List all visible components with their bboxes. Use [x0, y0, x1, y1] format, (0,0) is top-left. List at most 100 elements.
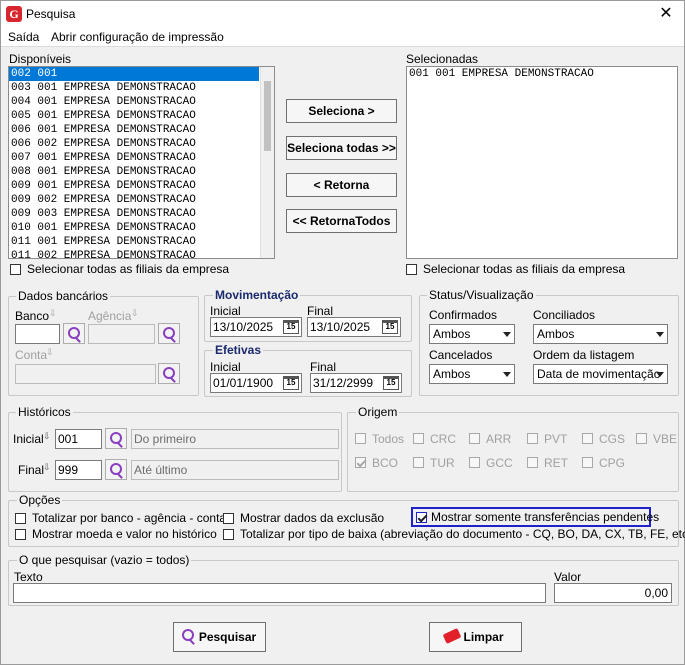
origem-group — [347, 412, 679, 492]
disponiveis-row[interactable]: 006 001 EMPRESA DEMONSTRACAO — [9, 123, 274, 137]
banco-filter-icon: ⇩ — [49, 308, 57, 318]
banco-search-icon[interactable] — [63, 323, 85, 344]
retorna-button[interactable]: < Retorna — [286, 173, 397, 197]
disponiveis-row[interactable]: 006 002 EMPRESA DEMONSTRACAO — [9, 137, 274, 151]
hist-inicial-search-icon[interactable] — [105, 428, 127, 449]
disponiveis-row[interactable]: 004 001 EMPRESA DEMONSTRACAO — [9, 95, 274, 109]
menu-abrir-configuracao[interactable]: Abrir configuração de impressão — [51, 30, 224, 44]
origem-todos-label: Todos — [372, 432, 405, 446]
disponiveis-select-all-checkbox[interactable] — [10, 264, 21, 275]
conciliados-select[interactable]: Ambos — [533, 324, 668, 344]
origem-cpg-label: CPG — [599, 456, 626, 470]
origem-cpg-checkbox[interactable] — [582, 457, 593, 468]
disponiveis-row[interactable]: 009 002 EMPRESA DEMONSTRACAO — [9, 193, 274, 207]
mov-final-calendar-icon[interactable]: 15 — [382, 320, 398, 334]
menu-saida[interactable]: Saída — [8, 30, 39, 44]
status-title: Status/Visualização — [427, 288, 536, 302]
conciliados-value: Ambos — [537, 327, 575, 341]
disponiveis-row[interactable]: 011 001 EMPRESA DEMONSTRACAO — [9, 235, 274, 249]
disponiveis-row[interactable]: 002 001 — [9, 67, 259, 81]
seleciona-button[interactable]: Seleciona > — [286, 99, 397, 123]
totalizar-baixa-checkbox[interactable] — [223, 529, 234, 540]
disponiveis-row[interactable]: 009 001 EMPRESA DEMONSTRACAO — [9, 179, 274, 193]
disponiveis-row[interactable]: 005 001 EMPRESA DEMONSTRACAO — [9, 109, 274, 123]
confirmados-value: Ambos — [433, 327, 471, 341]
historicos-group — [8, 412, 342, 492]
agencia-search-icon[interactable] — [158, 323, 180, 344]
hist-final-code[interactable]: 999 — [55, 460, 102, 480]
banco-input[interactable] — [15, 324, 60, 344]
disponiveis-row[interactable]: 010 001 EMPRESA DEMONSTRACAO — [9, 221, 274, 235]
confirmados-select[interactable]: Ambos — [429, 324, 515, 344]
ordem-label: Ordem da listagem — [533, 348, 635, 362]
origem-tur-checkbox[interactable] — [413, 457, 424, 468]
selecionadas-list[interactable]: 001 001 EMPRESA DEMONSTRACAO — [406, 66, 678, 259]
close-icon[interactable]: ✕ — [654, 3, 678, 25]
movimentacao-title: Movimentação — [213, 288, 301, 302]
mostrar-pendentes-checkbox[interactable] — [416, 512, 427, 523]
ordem-select[interactable]: Data de movimentação — [533, 364, 668, 384]
conta-label: Conta — [15, 348, 48, 362]
origem-gcc-checkbox[interactable] — [469, 457, 480, 468]
texto-input[interactable] — [13, 583, 546, 603]
mostrar-exclusao-checkbox[interactable] — [223, 513, 234, 524]
selecionadas-select-all-checkbox[interactable] — [406, 264, 417, 275]
disponiveis-row[interactable]: 008 001 EMPRESA DEMONSTRACAO — [9, 165, 274, 179]
conta-input[interactable] — [15, 364, 156, 384]
hist-final-desc: Até último — [131, 460, 339, 480]
opcoes-title: Opções — [17, 493, 63, 507]
totalizar-baixa-label: Totalizar por tipo de baixa (abreviação … — [240, 527, 685, 541]
disponiveis-list[interactable]: 002 001 003 001 EMPRESA DEMONSTRACAO 004 0… — [8, 66, 275, 259]
selecionadas-row[interactable]: 001 001 EMPRESA DEMONSTRACAO — [407, 67, 677, 81]
origem-cgs-label: CGS — [599, 432, 626, 446]
mostrar-pendentes-label: Mostrar somente transferências pendentes — [431, 510, 660, 524]
origem-cgs-checkbox[interactable] — [582, 433, 593, 444]
retorna-todos-button[interactable]: << RetornaTodos — [286, 209, 397, 233]
mov-inicial-label: Inicial — [210, 304, 241, 318]
chevron-down-icon — [656, 372, 664, 377]
origem-crc-label: CRC — [430, 432, 456, 446]
disponiveis-row[interactable]: 003 001 EMPRESA DEMONSTRACAO — [9, 81, 274, 95]
valor-input[interactable]: 0,00 — [554, 583, 672, 603]
hist-inicial-code[interactable]: 001 — [55, 429, 102, 449]
origem-vbe-label: VBE — [653, 432, 678, 446]
scrollbar-thumb[interactable] — [264, 81, 271, 151]
efe-inicial-calendar-icon[interactable]: 15 — [283, 376, 299, 390]
origem-arr-label: ARR — [486, 432, 512, 446]
cancelados-select[interactable]: Ambos — [429, 364, 515, 384]
origem-vbe-checkbox[interactable] — [636, 433, 647, 444]
mostrar-pendentes-focus[interactable]: Mostrar somente transferências pendentes — [411, 507, 659, 527]
origem-crc-checkbox[interactable] — [413, 433, 424, 444]
origem-ret-checkbox[interactable] — [527, 457, 538, 468]
disponiveis-scrollbar[interactable] — [260, 67, 274, 258]
disponiveis-row[interactable]: 007 001 EMPRESA DEMONSTRACAO — [9, 151, 274, 165]
seleciona-todas-button[interactable]: Seleciona todas >> — [286, 136, 397, 160]
origem-arr-checkbox[interactable] — [469, 433, 480, 444]
pesquisar-button[interactable]: Pesquisar — [173, 622, 266, 652]
selecionadas-label: Selecionadas — [406, 52, 479, 66]
mov-inicial-calendar-icon[interactable]: 15 — [283, 320, 299, 334]
efe-inicial-label: Inicial — [210, 360, 241, 374]
origem-pvt-checkbox[interactable] — [527, 433, 538, 444]
efe-final-calendar-icon[interactable]: 15 — [383, 376, 399, 390]
totalizar-banco-checkbox[interactable] — [15, 513, 26, 524]
origem-tur-label: TUR — [430, 456, 455, 470]
agencia-input[interactable] — [88, 324, 155, 344]
limpar-button[interactable]: Limpar — [429, 622, 522, 652]
historicos-title: Históricos — [16, 405, 73, 419]
efetivas-title: Efetivas — [213, 343, 264, 357]
chevron-down-icon — [503, 372, 511, 377]
disponiveis-row[interactable]: 009 003 EMPRESA DEMONSTRACAO — [9, 207, 274, 221]
conta-search-icon[interactable] — [158, 363, 180, 384]
eraser-icon — [442, 628, 462, 644]
origem-bco-checkbox[interactable] — [355, 457, 366, 468]
search-icon — [178, 626, 200, 647]
window: G Pesquisa ✕ Saída Abrir configuração de… — [0, 0, 685, 665]
origem-todos-checkbox[interactable] — [355, 433, 366, 444]
window-title: Pesquisa — [26, 7, 76, 21]
ordem-value: Data de movimentação — [537, 367, 661, 381]
mostrar-moeda-checkbox[interactable] — [15, 529, 26, 540]
hist-final-search-icon[interactable] — [105, 459, 127, 480]
disponiveis-row[interactable]: 011 002 EMPRESA DEMONSTRACAO — [9, 249, 274, 258]
chevron-down-icon — [656, 332, 664, 337]
